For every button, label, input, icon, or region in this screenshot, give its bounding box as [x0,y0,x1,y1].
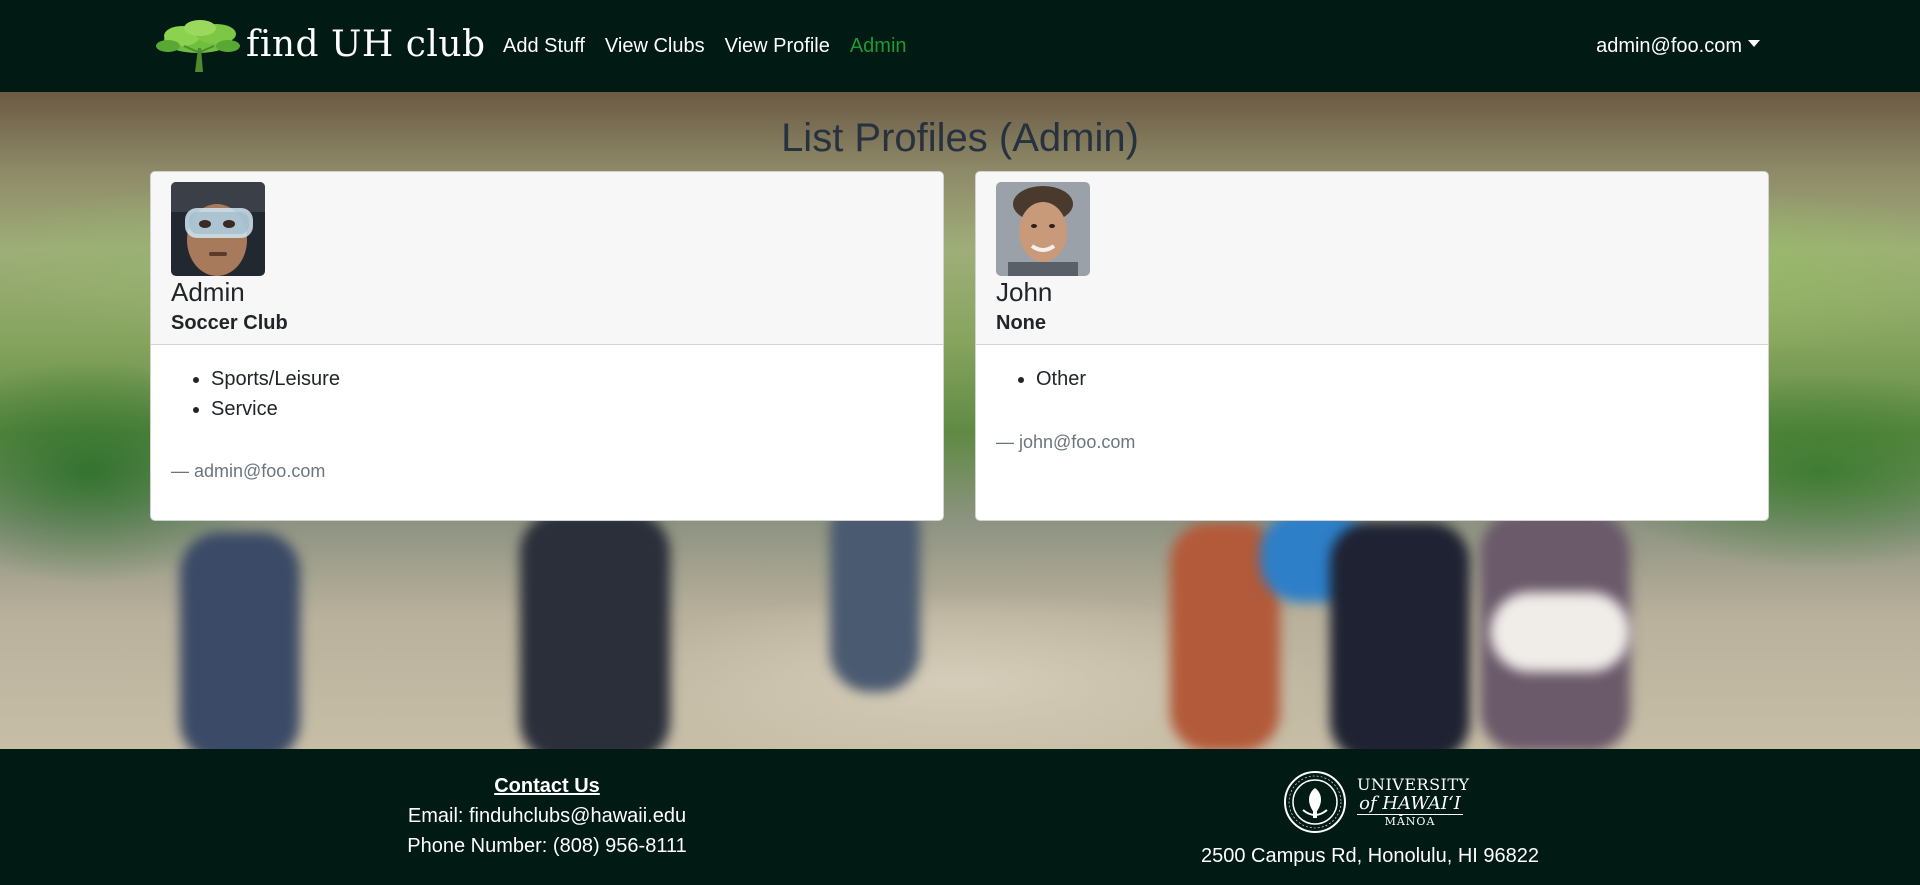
wordmark-line-3: MĀNOA [1384,814,1436,828]
footer: Contact Us Email: finduhclubs@hawaii.edu… [0,749,1920,885]
brand-logo-link[interactable]: find UH club [154,16,486,74]
profile-card-header: Admin Soccer Club [151,172,943,345]
nav-add-stuff[interactable]: Add Stuff [503,32,585,60]
profile-card: Admin Soccer Club Sports/Leisure Service… [150,171,944,521]
profile-club: Soccer Club [171,312,288,334]
university-logo: UNIVERSITY of HAWAI‘I MĀNOA [1283,769,1470,835]
contact-phone: Phone Number: (808) 956-8111 [407,835,687,857]
brand-text: find UH club [246,24,486,65]
user-dropdown[interactable]: admin@foo.com [1596,32,1760,60]
profile-club: None [996,312,1046,334]
contact-section: Contact Us Email: finduhclubs@hawaii.edu… [347,771,747,861]
profile-card-header: John None [976,172,1768,345]
university-wordmark: UNIVERSITY of HAWAI‘I MĀNOA [1357,774,1470,829]
list-item: Service [211,394,340,424]
caret-down-icon [1748,39,1760,47]
contact-heading[interactable]: Contact Us [347,771,747,801]
list-item: Sports/Leisure [211,364,340,394]
profile-email: — admin@foo.com [171,461,326,481]
profile-card: John None Other — john@foo.com [975,171,1769,521]
interest-list: Sports/Leisure Service [171,364,340,424]
wordmark-line-2: of HAWAI‘I [1357,793,1463,815]
top-navbar: find UH club Add Stuff View Clubs View P… [0,0,1920,92]
nav-view-profile[interactable]: View Profile [725,32,830,60]
wordmark-line-1: UNIVERSITY [1357,774,1470,794]
nav-admin[interactable]: Admin [850,32,907,60]
list-item: Other [1036,364,1086,394]
tree-logo-icon [156,20,240,72]
nav-links: Add Stuff View Clubs View Profile Admin [503,32,907,60]
interest-list: Other [996,364,1086,394]
profile-email: — john@foo.com [996,432,1136,452]
contact-email: Email: finduhclubs@hawaii.edu [407,805,687,827]
main-content: List Profiles (Admin) Admin Soccer Club … [0,92,1920,749]
profile-name: Admin [171,277,245,307]
university-seal-icon [1284,771,1346,833]
nav-view-clubs[interactable]: View Clubs [605,32,705,60]
profile-name: John [996,277,1053,307]
user-email: admin@foo.com [1596,35,1742,57]
page-title: List Profiles (Admin) [781,116,1139,160]
footer-address: 2500 Campus Rd, Honolulu, HI 96822 [1201,845,1539,867]
profile-avatar [996,182,1090,276]
profile-avatar [171,182,265,276]
